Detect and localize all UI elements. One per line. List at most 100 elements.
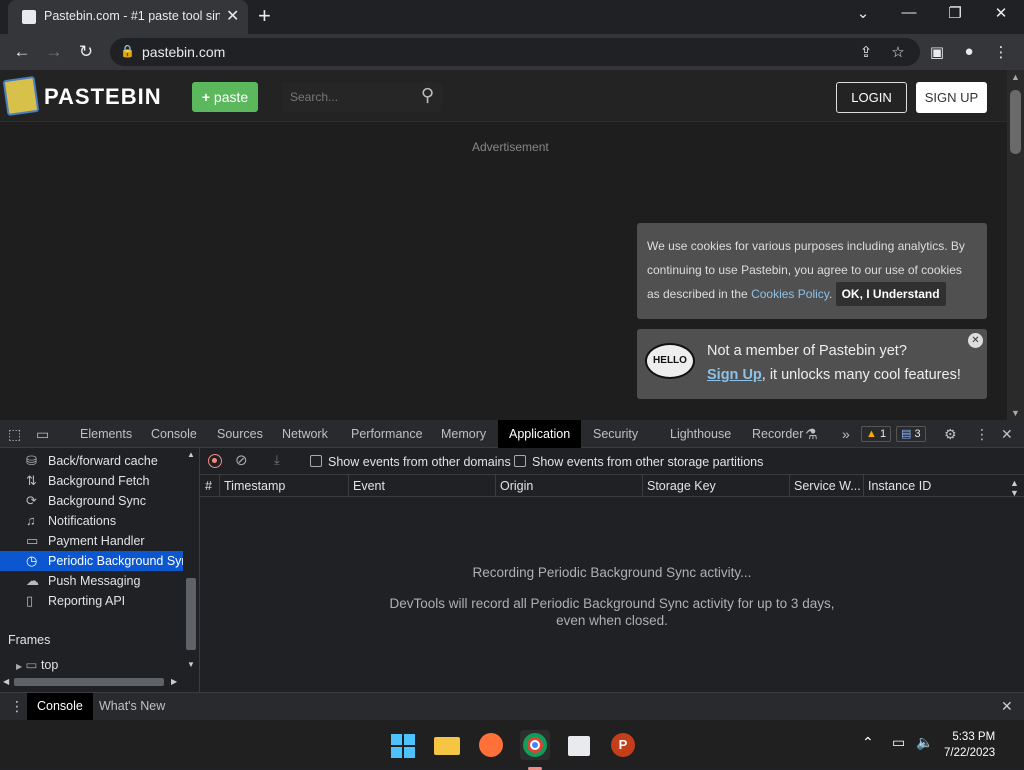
- sidebar-item-periodic-background-sync[interactable]: ◷ Periodic Background Sync: [0, 551, 183, 571]
- column-header[interactable]: Timestamp: [224, 479, 285, 493]
- sidebar-item-back-forward-cache[interactable]: ⛁ Back/forward cache: [0, 451, 183, 471]
- pastebin-logo-text[interactable]: PASTEBIN: [44, 84, 162, 110]
- close-tab-icon[interactable]: ✕: [226, 6, 239, 26]
- scroll-right-icon[interactable]: ▶: [171, 677, 177, 686]
- show-hidden-icons-chevron[interactable]: ⌃: [862, 734, 874, 751]
- other-domains-checkbox[interactable]: [310, 455, 322, 467]
- sidebar-item-reporting-api[interactable]: ▯ Reporting API: [0, 591, 183, 611]
- table-scroll-arrows-icon[interactable]: ▲ ▼: [1010, 478, 1019, 498]
- tab-network[interactable]: Network: [282, 427, 328, 441]
- tab-elements[interactable]: Elements: [80, 427, 132, 441]
- sidebar-item-push-messaging[interactable]: ☁ Push Messaging: [0, 571, 183, 591]
- search-input[interactable]: Search... ⚲: [282, 82, 442, 112]
- more-tabs-chevron-icon[interactable]: »: [842, 426, 850, 442]
- network-icon[interactable]: ▭: [892, 734, 905, 751]
- page-scrollbar[interactable]: ▲ ▼: [1007, 70, 1024, 420]
- sidebar-item-background-sync[interactable]: ⟳ Background Sync: [0, 491, 183, 511]
- menu-kebab-icon[interactable]: ⋮: [991, 43, 1011, 61]
- profile-icon[interactable]: ●: [959, 43, 979, 60]
- tab-performance[interactable]: Performance: [351, 427, 423, 441]
- sidebar-item-background-fetch[interactable]: ⇅ Background Fetch: [0, 471, 183, 491]
- sidebar-scroll-thumb[interactable]: [186, 578, 196, 650]
- powerpoint-icon[interactable]: P: [608, 730, 638, 760]
- tab-application[interactable]: Application: [498, 420, 582, 448]
- column-header[interactable]: Event: [353, 479, 385, 493]
- signup-button[interactable]: SIGN UP: [916, 82, 987, 113]
- record-button[interactable]: [208, 454, 222, 468]
- cookie-ok-button[interactable]: OK, I Understand: [835, 282, 946, 306]
- column-header[interactable]: Instance ID: [868, 479, 931, 493]
- lock-icon[interactable]: 🔒: [120, 44, 135, 58]
- expand-arrow-icon[interactable]: ▶: [16, 662, 22, 671]
- column-header[interactable]: Service W...: [794, 479, 861, 493]
- side-panel-icon[interactable]: ▣: [927, 43, 947, 61]
- messages-badge[interactable]: ▤ 3: [896, 426, 926, 442]
- browser-tab[interactable]: Pastebin.com - #1 paste tool since ✕: [8, 0, 248, 34]
- tab-recorder[interactable]: Recorder: [752, 427, 803, 441]
- search-icon[interactable]: ⚲: [421, 85, 434, 106]
- horizontal-scroll-thumb[interactable]: [14, 678, 164, 686]
- scroll-up-icon[interactable]: ▲: [1011, 72, 1020, 82]
- tab-sources[interactable]: Sources: [217, 427, 263, 441]
- download-icon[interactable]: ⤓: [274, 452, 280, 468]
- sidebar-item-payment-handler[interactable]: ▭ Payment Handler: [0, 531, 183, 551]
- chrome-icon[interactable]: [520, 730, 550, 770]
- scroll-left-icon[interactable]: ◀: [3, 677, 9, 686]
- bookmark-star-icon[interactable]: ☆: [888, 43, 908, 61]
- drawer-tab-console[interactable]: Console: [27, 693, 93, 720]
- microsoft-store-icon[interactable]: [564, 730, 594, 760]
- inspect-element-icon[interactable]: ⬚: [8, 426, 21, 443]
- windows-start-icon[interactable]: [388, 730, 418, 760]
- volume-icon[interactable]: 🔈: [916, 734, 933, 751]
- sidebar-scroll-up-icon[interactable]: ▲: [187, 450, 195, 459]
- clear-icon[interactable]: ⊘: [235, 451, 248, 469]
- file-explorer-icon[interactable]: [432, 730, 462, 760]
- frame-top-item[interactable]: ▶ ▭ top: [16, 657, 58, 672]
- close-drawer-icon[interactable]: ✕: [1001, 698, 1013, 715]
- cookies-policy-link[interactable]: Cookies Policy: [751, 287, 829, 301]
- tab-console[interactable]: Console: [151, 427, 197, 441]
- frames-heading: Frames: [8, 633, 51, 647]
- back-icon[interactable]: ←: [12, 42, 32, 62]
- tab-memory[interactable]: Memory: [441, 427, 486, 441]
- sidebar-scroll-down-icon[interactable]: ▼: [187, 660, 195, 669]
- device-toolbar-icon[interactable]: ▭: [36, 426, 49, 443]
- share-icon[interactable]: ⇪: [856, 43, 876, 61]
- drawer-tab-whats-new[interactable]: What's New: [99, 699, 165, 713]
- column-header[interactable]: Origin: [500, 479, 533, 493]
- scroll-down-icon[interactable]: ▼: [1011, 408, 1020, 418]
- close-devtools-icon[interactable]: ✕: [1001, 426, 1013, 443]
- flask-icon: ⚗: [805, 426, 818, 442]
- settings-gear-icon[interactable]: ⚙: [944, 426, 957, 443]
- column-header[interactable]: Storage Key: [647, 479, 716, 493]
- devtools-menu-icon[interactable]: ⋮: [975, 426, 989, 443]
- sidebar-item-notifications[interactable]: ♫ Notifications: [0, 511, 183, 531]
- close-promo-icon[interactable]: ✕: [968, 333, 983, 348]
- restore-button[interactable]: ❐: [935, 4, 975, 22]
- tab-search-icon[interactable]: ⌄: [843, 4, 883, 22]
- other-partitions-checkbox[interactable]: [514, 455, 526, 467]
- column-header[interactable]: #: [205, 479, 212, 493]
- drawer-menu-icon[interactable]: ⋮: [10, 698, 24, 715]
- page-scroll-thumb[interactable]: [1010, 90, 1021, 154]
- tab-security[interactable]: Security: [593, 427, 638, 441]
- sidebar-scrollbar[interactable]: ▲ ▼: [183, 448, 199, 672]
- tab-lighthouse[interactable]: Lighthouse: [670, 427, 731, 441]
- reload-icon[interactable]: ↻: [76, 42, 96, 62]
- new-tab-button[interactable]: +: [258, 3, 271, 29]
- forward-icon[interactable]: →: [44, 42, 64, 62]
- signup-link[interactable]: Sign Up: [707, 367, 762, 383]
- clock[interactable]: 5:33 PM 7/22/2023: [944, 729, 995, 761]
- pastebin-logo-icon[interactable]: [2, 75, 40, 117]
- clock-date: 7/22/2023: [944, 747, 996, 759]
- other-domains-label: Show events from other domains: [328, 455, 511, 469]
- login-button[interactable]: LOGIN: [836, 82, 907, 113]
- warnings-badge[interactable]: ▲ 1: [861, 426, 892, 442]
- address-bar[interactable]: 🔒 pastebin.com ⇪ ☆: [110, 38, 920, 66]
- new-paste-button[interactable]: + paste: [192, 82, 258, 112]
- sidebar-horizontal-scrollbar[interactable]: ◀ ▶: [0, 674, 183, 690]
- close-window-button[interactable]: ✕: [981, 4, 1021, 22]
- tab-strip: Pastebin.com - #1 paste tool since ✕ + ⌄…: [0, 0, 1024, 34]
- firefox-icon[interactable]: [476, 730, 506, 760]
- minimize-button[interactable]: —: [889, 4, 929, 21]
